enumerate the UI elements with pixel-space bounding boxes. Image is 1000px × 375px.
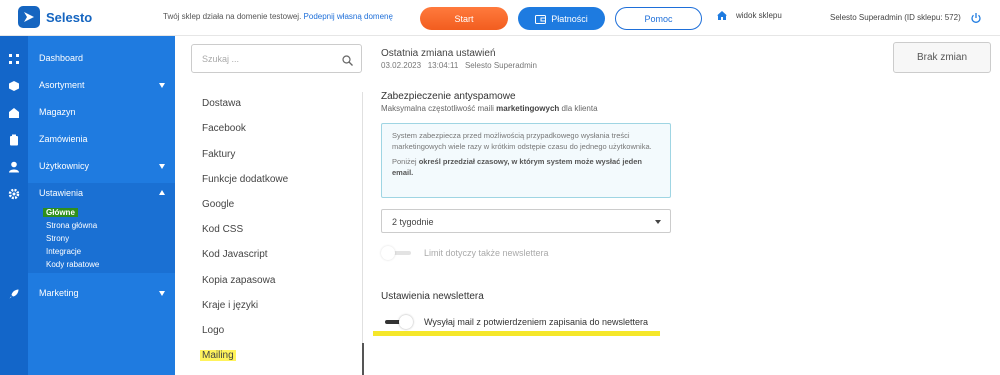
highlight-marker	[373, 331, 660, 336]
sidebar: Dashboard Asortyment Magazyn Zamówienia …	[0, 36, 175, 375]
sidebar-item-orders[interactable]: Zamówienia	[39, 134, 88, 144]
list-item-extra-features[interactable]: Funkcje dodatkowe	[202, 174, 288, 185]
user-label: Selesto Superadmin (ID sklepu: 572)	[830, 13, 961, 22]
warehouse-icon[interactable]	[7, 106, 21, 120]
toggle-knob	[381, 246, 395, 260]
shop-view-label: widok sklepu	[736, 11, 782, 20]
last-change-time: 13:04:11	[427, 61, 459, 70]
caret-down-icon	[655, 220, 661, 224]
list-item-logo[interactable]: Logo	[202, 325, 224, 336]
sidebar-item-settings[interactable]: Ustawienia	[39, 188, 83, 198]
sidebar-sub-discount-codes[interactable]: Kody rabatowe	[46, 260, 99, 269]
search-placeholder: Szukaj ...	[202, 54, 240, 64]
search-icon[interactable]	[342, 53, 353, 71]
topbar: Selesto Twój sklep działa na domenie tes…	[0, 0, 1000, 36]
settings-list: Szukaj ... Dostawa Facebook Faktury Funk…	[175, 36, 363, 375]
sidebar-item-marketing[interactable]: Marketing	[39, 288, 79, 298]
shop-view-link[interactable]: widok sklepu	[716, 10, 782, 21]
info-paragraph: System zabezpiecza przed możliwością prz…	[392, 131, 652, 151]
newsletter-title: Ustawienia newslettera	[381, 291, 484, 302]
list-item-countries-languages[interactable]: Kraje i języki	[202, 300, 258, 311]
box-icon[interactable]	[7, 79, 21, 93]
last-change-date: 03.02.2023	[381, 61, 422, 70]
list-item-js-code[interactable]: Kod Javascript	[202, 249, 268, 260]
subtitle-text: Maksymalna częstotliwość maili	[381, 104, 494, 113]
chevron-down-icon[interactable]	[159, 164, 165, 169]
sidebar-item-assortment[interactable]: Asortyment	[39, 80, 85, 90]
newsletter-limit-label: Limit dotyczy także newslettera	[424, 248, 549, 258]
subtitle-text-end: dla klienta	[561, 104, 598, 113]
newsletter-confirm-toggle[interactable]	[381, 315, 413, 329]
sidebar-icon-rail	[0, 36, 28, 375]
payments-label: Płatności	[551, 13, 588, 24]
newsletter-confirm-label: Wysyłaj mail z potwierdzeniem zapisania …	[424, 317, 649, 327]
grid-icon[interactable]	[7, 52, 21, 66]
search-input[interactable]: Szukaj ...	[191, 44, 362, 73]
power-icon[interactable]	[970, 11, 982, 29]
payments-button[interactable]: Płatności	[518, 7, 605, 30]
list-item-backup[interactable]: Kopia zapasowa	[202, 275, 275, 286]
list-item-google[interactable]: Google	[202, 199, 234, 210]
info-paragraph-2: Poniżej określ przedział czasowy, w któr…	[392, 156, 660, 178]
antispam-title: Zabezpieczenie antyspamowe	[381, 91, 516, 102]
home-icon	[717, 11, 727, 20]
last-change-title: Ostatnia zmiana ustawień	[381, 48, 496, 59]
logo[interactable]: Selesto	[18, 6, 92, 28]
gear-icon[interactable]	[7, 187, 21, 201]
list-item-facebook[interactable]: Facebook	[202, 123, 246, 134]
rocket-icon[interactable]	[7, 287, 21, 301]
list-item-delivery[interactable]: Dostawa	[202, 98, 241, 109]
last-change-meta: 03.02.2023 13:04:11 Selesto Superadmin	[381, 61, 537, 70]
chevron-up-icon[interactable]	[159, 190, 165, 195]
logo-text: Selesto	[46, 9, 93, 25]
sidebar-sub-integrations[interactable]: Integracje	[46, 247, 81, 256]
antispam-info-box: System zabezpiecza przed możliwością prz…	[381, 123, 671, 198]
sidebar-sub-homepage[interactable]: Strona główna	[46, 221, 97, 230]
list-item-invoices[interactable]: Faktury	[202, 149, 235, 160]
divider	[362, 92, 363, 375]
antispam-subtitle: Maksymalna częstotliwość maili marketing…	[381, 104, 598, 113]
info-bold: określ przedział czasowy, w którym syste…	[392, 157, 642, 177]
sidebar-item-users[interactable]: Użytkownicy	[39, 161, 89, 171]
help-button[interactable]: Pomoc	[615, 7, 702, 30]
last-change-user: Selesto Superadmin	[464, 61, 537, 70]
chevron-down-icon[interactable]	[159, 83, 165, 88]
sidebar-item-warehouse[interactable]: Magazyn	[39, 107, 76, 117]
info-text: Poniżej	[392, 157, 417, 166]
newsletter-limit-toggle[interactable]	[381, 246, 413, 260]
subtitle-bold: marketingowych	[496, 104, 560, 113]
toggle-knob	[399, 315, 413, 329]
list-item-mailing[interactable]: Mailing	[200, 350, 236, 361]
frequency-select-value: 2 tygodnie	[392, 217, 434, 227]
logo-icon	[18, 6, 40, 28]
domain-notice: Twój sklep działa na domenie testowej. P…	[163, 12, 393, 21]
notice-text: Twój sklep działa na domenie testowej.	[163, 12, 302, 21]
frequency-select[interactable]: 2 tygodnie	[381, 209, 671, 233]
start-button[interactable]: Start	[420, 7, 508, 30]
active-indicator	[362, 343, 364, 375]
attach-domain-link[interactable]: Podepnij własną domenę	[304, 12, 393, 21]
sidebar-sub-main[interactable]: Główne	[43, 208, 78, 217]
sidebar-item-dashboard[interactable]: Dashboard	[39, 53, 83, 63]
no-changes-button[interactable]: Brak zmian	[893, 42, 991, 73]
list-item-css-code[interactable]: Kod CSS	[202, 224, 243, 235]
wallet-icon	[535, 14, 547, 24]
user-icon[interactable]	[7, 160, 21, 174]
sidebar-sub-pages[interactable]: Strony	[46, 234, 69, 243]
clipboard-icon[interactable]	[7, 133, 21, 147]
chevron-down-icon[interactable]	[159, 291, 165, 296]
